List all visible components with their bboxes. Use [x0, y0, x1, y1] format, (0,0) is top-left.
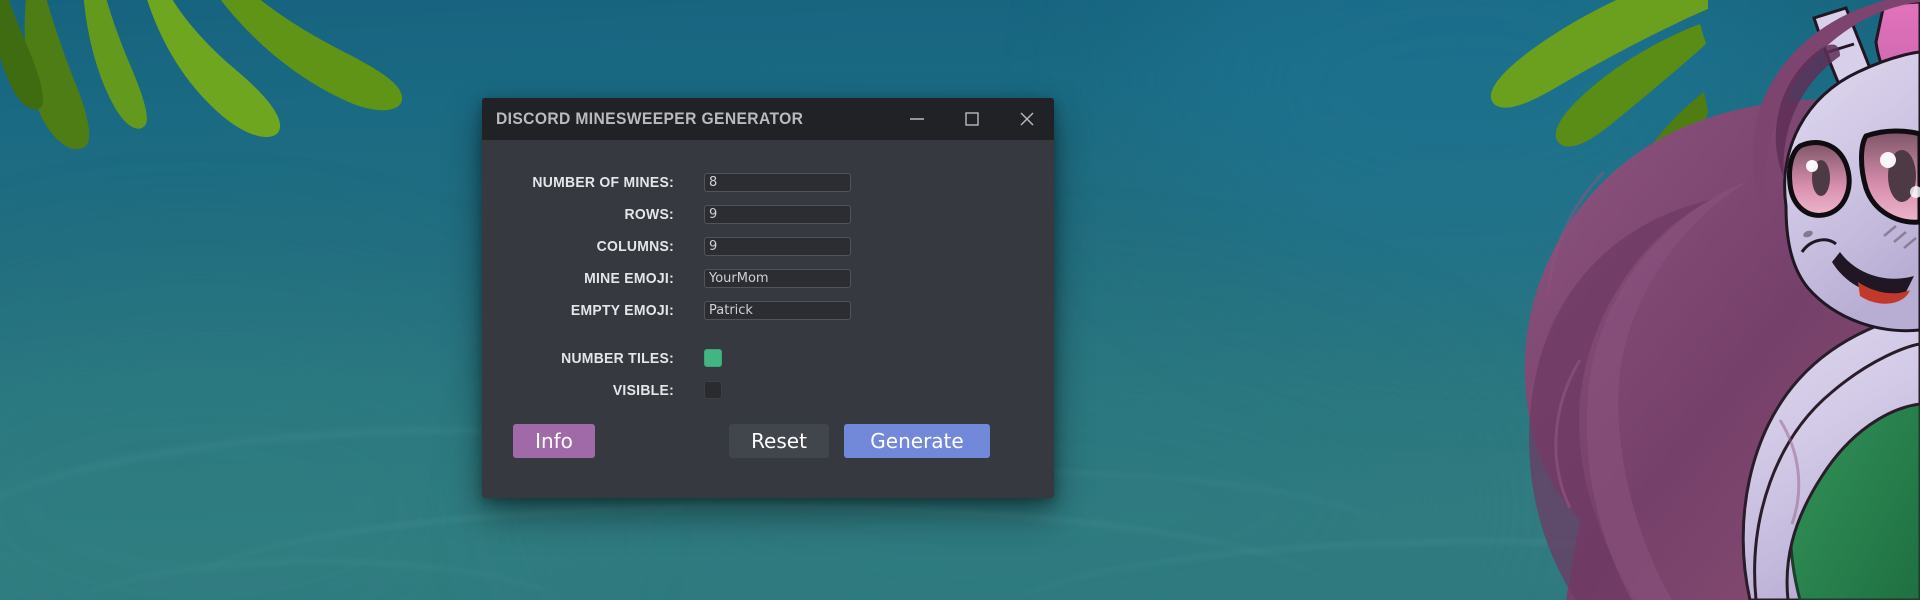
input-columns[interactable]	[704, 236, 851, 256]
close-icon	[1020, 112, 1033, 126]
control-number-of-mines	[704, 172, 851, 192]
label-empty-emoji: EMPTY EMOJI:	[570, 301, 674, 319]
maximize-button[interactable]	[944, 98, 999, 140]
label-number-tiles: NUMBER TILES:	[561, 349, 674, 367]
minimize-button[interactable]	[889, 98, 944, 140]
input-rows[interactable]	[704, 204, 851, 224]
settings-form: NUMBER OF MINES: ROWS: COLUMNS: MINE EMO…	[482, 140, 1054, 498]
control-mine-emoji	[704, 268, 851, 288]
control-empty-emoji	[704, 300, 851, 320]
maximize-icon	[964, 112, 979, 126]
control-columns	[704, 236, 851, 256]
label-columns: COLUMNS:	[596, 237, 674, 255]
control-number-tiles	[704, 349, 722, 367]
checkbox-visible[interactable]	[704, 381, 722, 399]
label-mine-emoji: MINE EMOJI:	[584, 269, 674, 287]
field-row-rows: ROWS:	[482, 203, 1054, 225]
palm-frond-left	[0, 0, 403, 150]
label-rows: ROWS:	[624, 205, 674, 223]
field-row-empty-emoji: EMPTY EMOJI:	[482, 299, 1054, 321]
checkbox-number-tiles[interactable]	[704, 349, 722, 367]
field-row-mine-emoji: MINE EMOJI:	[482, 267, 1054, 289]
minimize-icon	[909, 118, 924, 120]
input-empty-emoji[interactable]	[704, 300, 851, 320]
window-title-text: DISCORD MINESWEEPER GENERATOR	[496, 109, 804, 128]
close-button[interactable]	[999, 98, 1054, 140]
control-visible	[704, 381, 722, 399]
label-number-of-mines: NUMBER OF MINES:	[532, 173, 674, 191]
button-row: Info Reset Generate	[482, 424, 1054, 460]
info-button[interactable]: Info	[513, 424, 595, 458]
field-row-number-tiles: NUMBER TILES:	[482, 347, 1054, 369]
window-controls	[889, 98, 1054, 140]
input-mine-emoji[interactable]	[704, 268, 851, 288]
application-window: DISCORD MINESWEEPER GENERATOR NUMBER OF …	[482, 98, 1054, 498]
field-row-visible: VISIBLE:	[482, 379, 1054, 401]
field-row-number-of-mines: NUMBER OF MINES:	[482, 171, 1054, 193]
label-visible: VISIBLE:	[612, 381, 674, 399]
window-title-bar[interactable]: DISCORD MINESWEEPER GENERATOR	[482, 98, 1054, 140]
reset-button[interactable]: Reset	[729, 424, 829, 458]
input-number-of-mines[interactable]	[704, 172, 851, 192]
control-rows	[704, 204, 851, 224]
generate-button[interactable]: Generate	[844, 424, 990, 458]
field-row-columns: COLUMNS:	[482, 235, 1054, 257]
palm-frond-right	[1490, 0, 1708, 205]
